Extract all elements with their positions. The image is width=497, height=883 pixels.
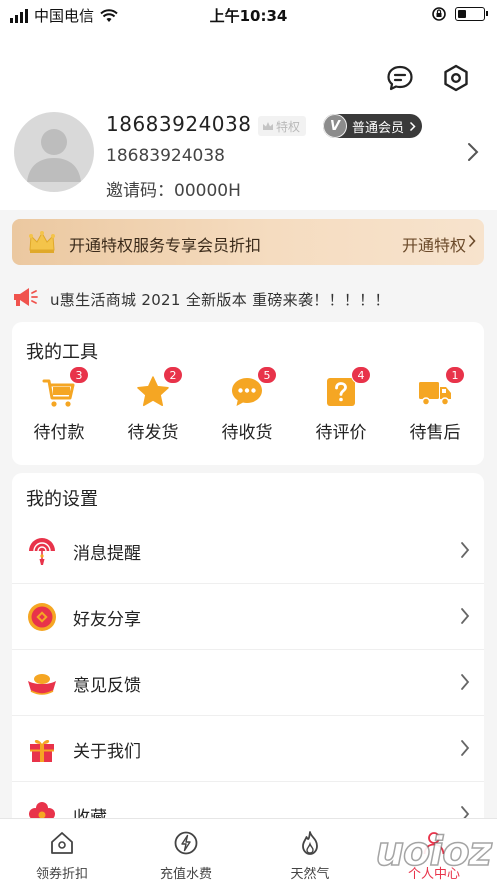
tab-label: 领券折扣 xyxy=(35,867,88,882)
chevron-right-icon xyxy=(461,740,470,756)
tab-water-recharge[interactable]: 充值水费 xyxy=(124,819,248,883)
site-watermark: uoioz xyxy=(375,828,493,876)
chevron-right-icon xyxy=(409,121,416,131)
battery-icon xyxy=(455,7,488,21)
my-settings-card: 我的设置 消息提醒 好友分享 意见反馈 关于我们 收藏 xyxy=(12,473,484,833)
fan-icon xyxy=(29,538,55,565)
default-avatar-icon xyxy=(27,129,81,182)
chevron-right-icon xyxy=(461,608,470,624)
invite-code-value: 00000H xyxy=(174,181,241,201)
flame-icon xyxy=(302,831,318,855)
settings-row-notifications[interactable]: 消息提醒 xyxy=(12,518,484,584)
notice-bar[interactable]: u惠生活商城 2021 全新版本 重磅来袭！！！！！ xyxy=(0,280,497,316)
my-settings-title: 我的设置 xyxy=(26,489,98,510)
notice-text: u惠生活商城 2021 全新版本 重磅来袭！！！！！ xyxy=(50,291,390,309)
coin-icon xyxy=(28,603,56,631)
lightning-icon xyxy=(174,831,198,855)
vip-chevron-right-icon xyxy=(468,234,476,248)
gold-crown-icon xyxy=(29,231,55,253)
tool-badge: 2 xyxy=(163,366,183,384)
user-sub-phone: 18683924038 xyxy=(106,146,225,166)
home-icon xyxy=(51,832,73,854)
member-level-badge[interactable]: V 普通会员 xyxy=(323,114,423,138)
privilege-badge-label: 特权 xyxy=(276,119,301,134)
tab-natural-gas[interactable]: 天然气 xyxy=(248,819,372,883)
gold-ingot-icon xyxy=(28,674,56,695)
my-tools-title: 我的工具 xyxy=(26,342,98,363)
settings-row-label: 关于我们 xyxy=(73,742,141,762)
tool-badge: 5 xyxy=(257,366,277,384)
status-right xyxy=(431,6,488,22)
avatar[interactable] xyxy=(14,112,94,192)
vip-banner-text: 开通特权服务专享会员折扣 xyxy=(69,236,262,255)
tool-label: 待售后 xyxy=(409,423,461,443)
tool-badge: 4 xyxy=(351,366,371,384)
chevron-right-icon xyxy=(461,674,470,690)
vip-privilege-banner[interactable]: 开通特权服务专享会员折扣 开通特权 xyxy=(12,219,484,265)
vip-v-icon: V xyxy=(323,114,347,138)
privilege-badge[interactable]: 特权 xyxy=(258,116,307,136)
tool-after-sales[interactable]: 1 待售后 xyxy=(395,366,475,443)
user-phone: 18683924038 xyxy=(106,112,252,136)
member-level-label: 普通会员 xyxy=(352,120,405,136)
tool-pending-review[interactable]: 4 待评价 xyxy=(301,366,381,443)
status-time: 上午10:34 xyxy=(209,7,288,25)
orientation-lock-icon xyxy=(432,7,446,21)
chevron-right-icon xyxy=(461,542,470,558)
vip-open-button[interactable]: 开通特权 xyxy=(402,232,466,256)
settings-row-about[interactable]: 关于我们 xyxy=(12,716,484,782)
profile-page: 中国电信 上午10:34 18683924038 特权 V 普通会员 18683… xyxy=(0,0,497,883)
settings-row-label: 消息提醒 xyxy=(73,544,141,564)
hexagon-settings-icon[interactable] xyxy=(441,63,471,93)
tool-badge: 1 xyxy=(445,366,465,384)
tool-label: 待收货 xyxy=(221,423,273,443)
tool-pending-receipt[interactable]: 5 待收货 xyxy=(207,366,287,443)
crown-icon xyxy=(263,122,273,130)
invite-code-label: 邀请码： xyxy=(106,181,174,201)
tool-badge: 3 xyxy=(69,366,89,384)
chat-bubble-icon[interactable] xyxy=(385,63,415,93)
tab-coupons[interactable]: 领券折扣 xyxy=(0,819,124,883)
tab-label: 充值水费 xyxy=(159,867,212,882)
settings-row-label: 意见反馈 xyxy=(73,676,141,696)
profile-header: 18683924038 特权 V 普通会员 18683924038 邀请码：00… xyxy=(0,30,497,210)
tool-label: 待付款 xyxy=(33,423,85,443)
tool-pending-payment[interactable]: 3 待付款 xyxy=(19,366,99,443)
settings-row-feedback[interactable]: 意见反馈 xyxy=(12,650,484,716)
megaphone-icon xyxy=(14,288,38,306)
tool-label: 待发货 xyxy=(127,423,179,443)
profile-chevron-right-icon[interactable] xyxy=(467,142,479,162)
status-bar: 中国电信 上午10:34 xyxy=(0,0,497,30)
tool-pending-shipment[interactable]: 2 待发货 xyxy=(113,366,193,443)
my-tools-card: 我的工具 3 待付款 2 待发货 5 待收货 4 待评价 1 待售后 xyxy=(12,322,484,465)
settings-row-share[interactable]: 好友分享 xyxy=(12,584,484,650)
tab-label: 天然气 xyxy=(290,867,330,882)
invite-code-row: 邀请码：00000H xyxy=(106,176,241,201)
gift-box-icon xyxy=(30,739,54,762)
tool-label: 待评价 xyxy=(315,423,367,443)
settings-row-label: 好友分享 xyxy=(73,610,141,630)
